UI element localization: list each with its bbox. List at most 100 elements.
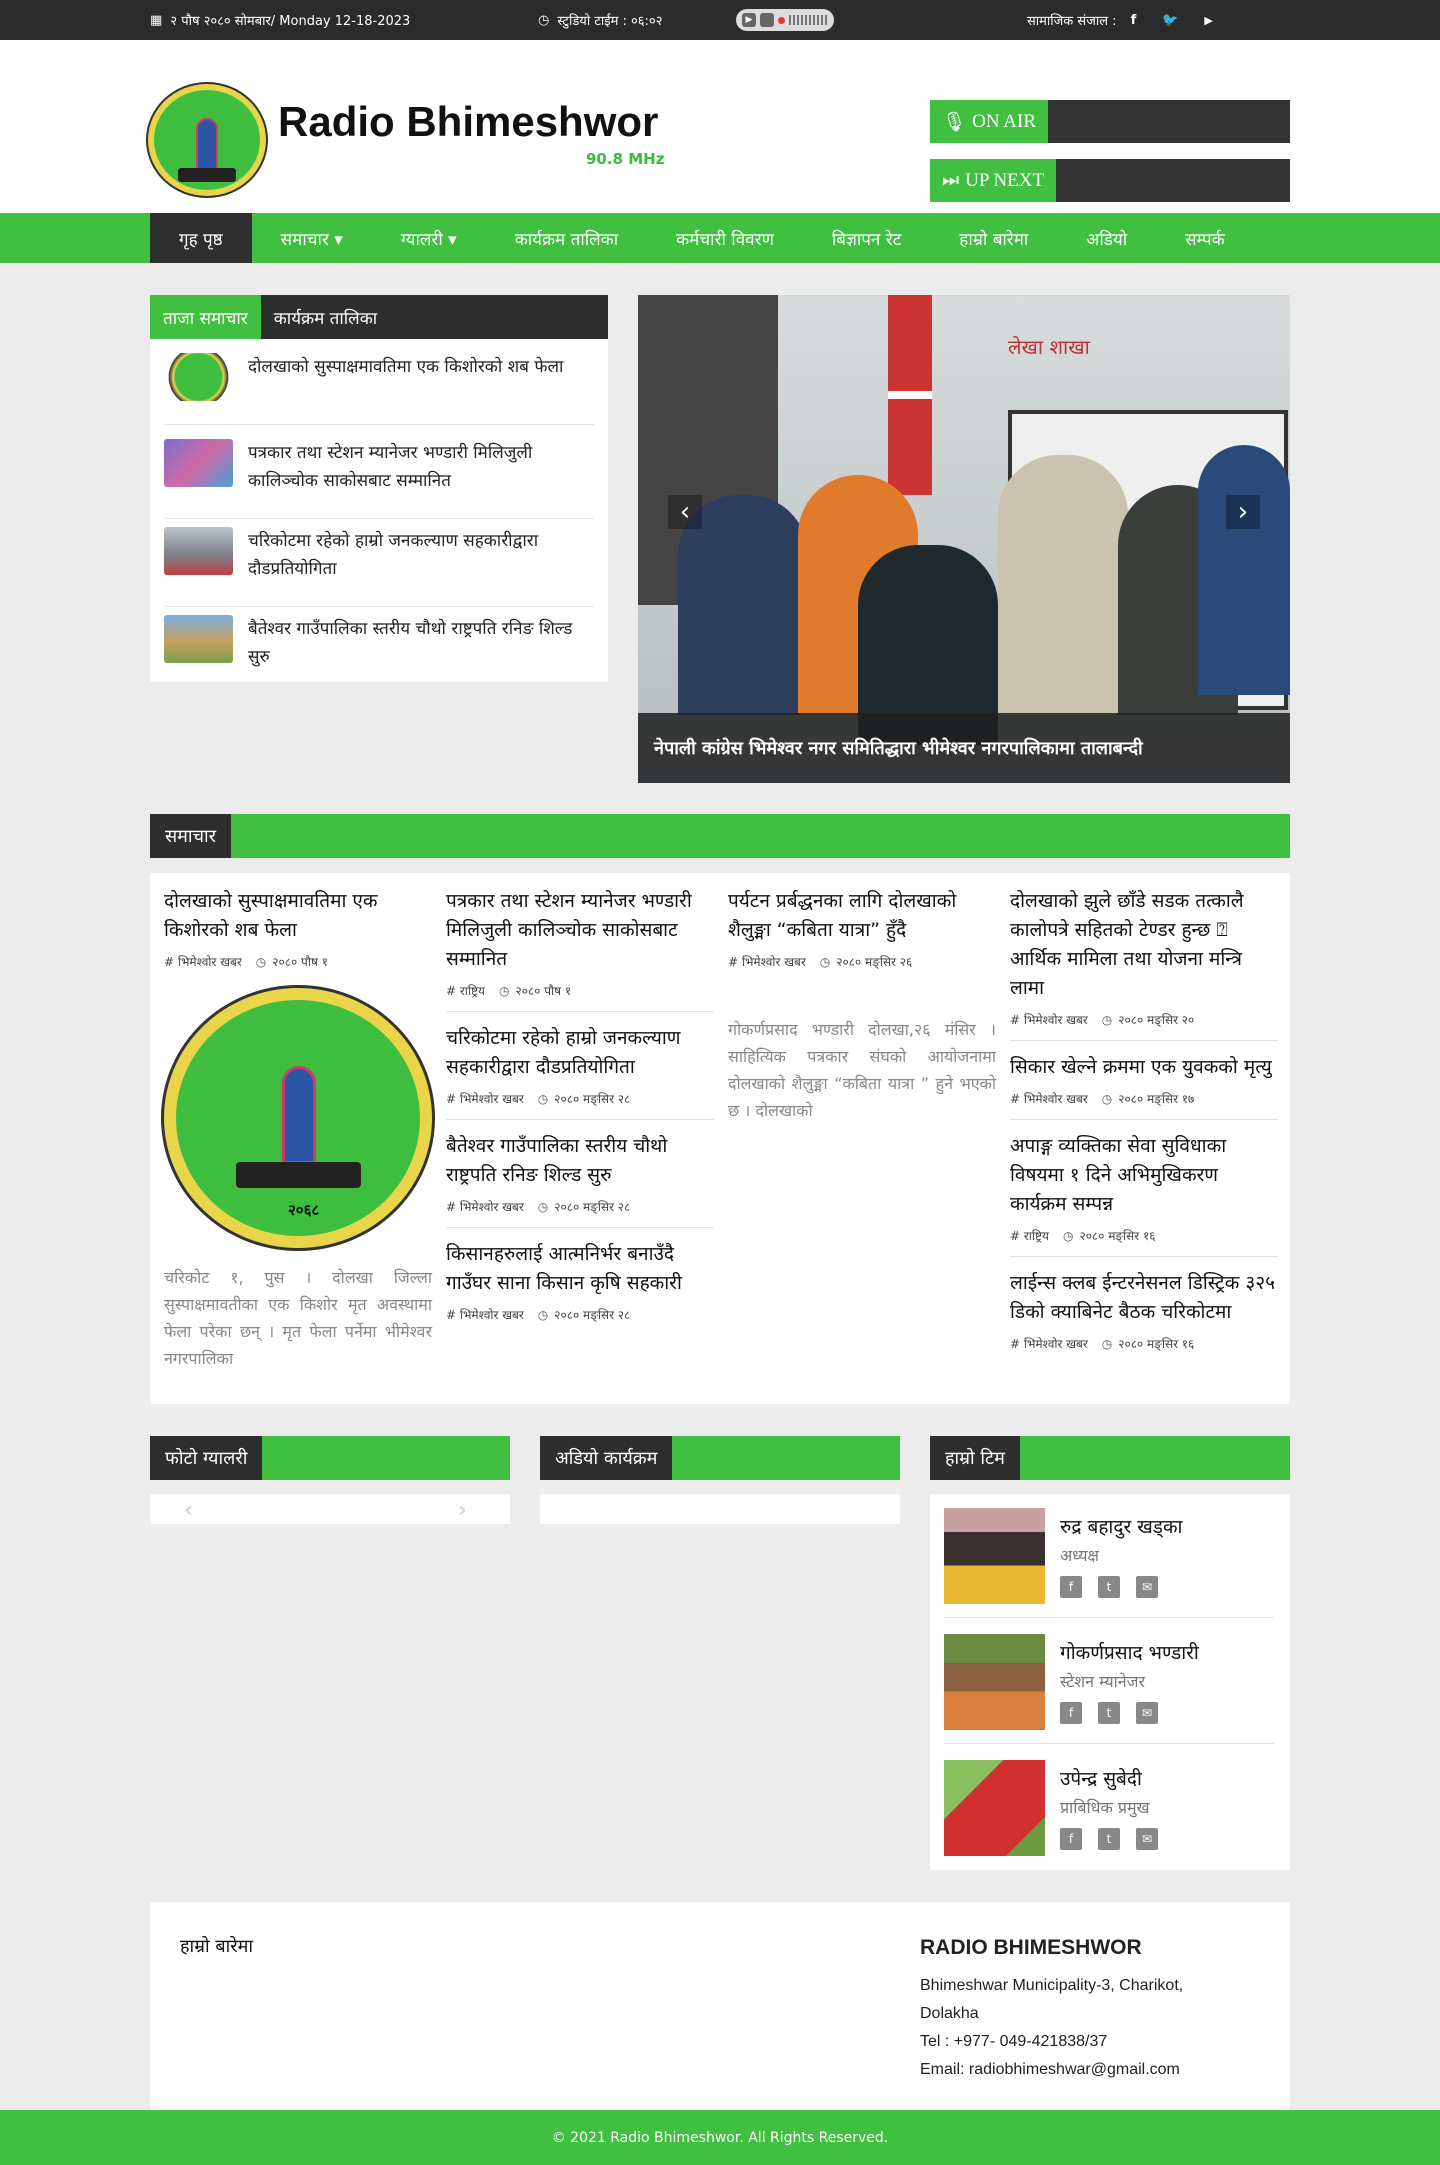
divider — [446, 1011, 714, 1012]
nav-gallery[interactable]: ग्यालरी ▾ — [372, 213, 486, 263]
mail-icon[interactable]: ✉ — [1136, 1702, 1158, 1724]
clock-icon: ◷ — [1101, 1091, 1113, 1106]
twitter-icon[interactable]: t — [1098, 1702, 1120, 1724]
volume-slider[interactable] — [788, 15, 828, 25]
site-logo[interactable] — [148, 84, 266, 196]
social-links: सामाजिक संजाल : f 🐦 ▶ — [1027, 0, 1213, 40]
news-thumbnail[interactable] — [164, 615, 233, 663]
news-tag[interactable]: # भिमेश्वोर खबर — [446, 1306, 524, 1323]
member-social: f t ✉ — [1060, 1576, 1158, 1598]
site-header: Radio Bhimeshwor 90.8 MHz 🎙 ON AIR ⏭ UP … — [0, 40, 1440, 213]
news-date: २०८० पौष १ — [515, 984, 572, 998]
twitter-icon[interactable]: t — [1098, 1576, 1120, 1598]
latest-tabs: ताजा समाचार कार्यक्रम तालिका — [150, 295, 608, 339]
mail-icon[interactable]: ✉ — [1136, 1828, 1158, 1850]
clock-icon: ◷ — [1062, 1228, 1074, 1243]
news-item: पत्रकार तथा स्टेशन म्यानेजर भण्डारी मिलि… — [446, 887, 714, 999]
news-title[interactable]: पत्रकार तथा स्टेशन म्यानेजर भण्डारी मिलि… — [248, 439, 594, 518]
news-headline[interactable]: बैतेश्वर गाउँपालिका स्तरीय चौथो राष्ट्रप… — [446, 1132, 714, 1190]
divider — [1010, 1119, 1278, 1120]
play-icon[interactable]: ▶ — [742, 13, 756, 27]
youtube-icon[interactable]: ▶ — [1204, 14, 1212, 27]
on-air-box: 🎙 ON AIR — [930, 100, 1290, 143]
facebook-icon[interactable]: f — [1060, 1576, 1082, 1598]
twitter-icon[interactable]: 🐦 — [1162, 13, 1178, 28]
news-headline[interactable]: लाईन्स क्लब ईन्टरनेसनल डिस्ट्रिक ३२५ डिक… — [1010, 1269, 1278, 1327]
news-meta: # भिमेश्वोर खबर ◷ २०८० पौष १ — [164, 953, 432, 970]
news-headline[interactable]: दोलखाको झुले छाँडे सडक तत्कालै कालोपत्रे… — [1010, 887, 1278, 1003]
up-next-text: UP NEXT — [965, 169, 1045, 191]
list-item[interactable]: बैतेश्वर गाउँपालिका स्तरीय चौथो राष्ट्रप… — [164, 615, 594, 679]
news-headline[interactable]: चरिकोटमा रहेको हाम्रो जनकल्याण सहकारीद्व… — [446, 1024, 714, 1082]
twitter-icon[interactable]: t — [1098, 1828, 1120, 1850]
slide-flag — [888, 295, 932, 495]
list-item[interactable]: पत्रकार तथा स्टेशन म्यानेजर भण्डारी मिलि… — [164, 439, 594, 519]
news-headline[interactable]: दोलखाको सुस्पाक्षमावतिमा एक किशोरको शब फ… — [164, 887, 432, 945]
site-frequency: 90.8 MHz — [586, 150, 665, 168]
nav-schedule[interactable]: कार्यक्रम तालिका — [486, 213, 647, 263]
news-headline[interactable]: पर्यटन प्रर्बद्धनका लागि दोलखाको शैलुङ्म… — [728, 887, 996, 945]
radio-player[interactable]: ▶ — [736, 9, 834, 31]
nav-ad-rates[interactable]: बिज्ञापन रेट — [803, 213, 930, 263]
news-headline[interactable]: सिकार खेल्ने क्रममा एक युवकको मृत्यु — [1010, 1053, 1278, 1082]
news-tag[interactable]: # राष्ट्रिय — [1010, 1227, 1049, 1244]
news-thumbnail[interactable] — [164, 353, 233, 401]
news-title[interactable]: बैतेश्वर गाउँपालिका स्तरीय चौथो राष्ट्रप… — [248, 615, 594, 679]
avatar[interactable] — [944, 1634, 1045, 1730]
nav-about[interactable]: हाम्रो बारेमा — [930, 213, 1057, 263]
facebook-icon[interactable]: f — [1060, 1702, 1082, 1724]
news-tag[interactable]: # भिमेश्वोर खबर — [446, 1090, 524, 1107]
news-section-header: समाचार — [150, 814, 1290, 858]
news-meta: # भिमेश्वोर खबर ◷ २०८० मङ्सिर २० — [1010, 1011, 1278, 1028]
news-tag[interactable]: # भिमेश्वोर खबर — [1010, 1090, 1088, 1107]
news-thumbnail[interactable] — [164, 527, 233, 575]
slide-caption[interactable]: नेपाली कांग्रेस भिमेश्वर नगर समितिद्धारा… — [638, 713, 1290, 783]
chevron-left-icon[interactable]: ‹ — [184, 1498, 193, 1523]
news-thumbnail[interactable] — [164, 439, 233, 487]
slider-next-button[interactable]: › — [1226, 495, 1260, 529]
tab-latest-news[interactable]: ताजा समाचार — [150, 295, 261, 339]
news-tag[interactable]: # भिमेश्वोर खबर — [1010, 1011, 1088, 1028]
footer-phone[interactable]: Tel : +977- 049-421838/37 — [920, 2028, 1183, 2056]
chevron-right-icon[interactable]: › — [458, 1498, 467, 1523]
nav-staff[interactable]: कर्मचारी विवरण — [647, 213, 803, 263]
slider-prev-button[interactable]: ‹ — [668, 495, 702, 529]
team-member: गोकर्णप्रसाद भण्डारी स्टेशन म्यानेजर f t… — [944, 1634, 1274, 1744]
news-tag[interactable]: # भिमेश्वोर खबर — [1010, 1335, 1088, 1352]
clock-icon: ◷ — [819, 954, 831, 969]
featured-slider[interactable]: लेखा शाखा ‹ › नेपाली कांग्रेस भिमेश्वर न… — [638, 295, 1290, 783]
news-title[interactable]: दोलखाको सुस्पाक्षमावतिमा एक किशोरको शब फ… — [248, 353, 563, 424]
footer-email[interactable]: Email: radiobhimeshwar@gmail.com — [920, 2056, 1183, 2084]
nav-home[interactable]: गृह पृष्ठ — [150, 213, 252, 263]
nav-news[interactable]: समाचार ▾ — [252, 213, 372, 263]
news-tag[interactable]: # राष्ट्रिय — [446, 982, 485, 999]
news-column-1: दोलखाको सुस्पाक्षमावतिमा एक किशोरको शब फ… — [164, 887, 432, 1372]
site-brand[interactable]: Radio Bhimeshwor — [278, 98, 658, 146]
facebook-icon[interactable]: f — [1060, 1828, 1082, 1850]
member-name: गोकर्णप्रसाद भण्डारी — [1060, 1642, 1199, 1664]
news-tag[interactable]: # भिमेश्वोर खबर — [446, 1198, 524, 1215]
news-headline[interactable]: किसानहरुलाई आत्मनिर्भर बनाउँदै गाउँघर सा… — [446, 1240, 714, 1298]
news-title[interactable]: चरिकोटमा रहेको हाम्रो जनकल्याण सहकारीद्व… — [248, 527, 594, 606]
nav-audio[interactable]: अडियो — [1057, 213, 1156, 263]
list-item[interactable]: दोलखाको सुस्पाक्षमावतिमा एक किशोरको शब फ… — [164, 353, 594, 425]
facebook-icon[interactable]: f — [1131, 13, 1137, 28]
mail-icon[interactable]: ✉ — [1136, 1576, 1158, 1598]
nav-contact[interactable]: सम्पर्क — [1156, 213, 1254, 263]
list-item[interactable]: चरिकोटमा रहेको हाम्रो जनकल्याण सहकारीद्व… — [164, 527, 594, 607]
news-item: दोलखाको झुले छाँडे सडक तत्कालै कालोपत्रे… — [1010, 887, 1278, 1028]
news-headline[interactable]: पत्रकार तथा स्टेशन म्यानेजर भण्डारी मिलि… — [446, 887, 714, 974]
news-tag[interactable]: # भिमेश्वोर खबर — [728, 953, 806, 970]
news-headline[interactable]: अपाङ्ग व्यक्तिका सेवा सुविधाका विषयमा १ … — [1010, 1132, 1278, 1219]
avatar[interactable] — [944, 1508, 1045, 1604]
news-tag[interactable]: # भिमेश्वोर खबर — [164, 953, 242, 970]
member-role: स्टेशन म्यानेजर — [1060, 1672, 1146, 1691]
stop-icon[interactable] — [759, 13, 774, 27]
team-title: हाम्रो टिम — [930, 1436, 1020, 1480]
tab-program-schedule[interactable]: कार्यक्रम तालिका — [261, 295, 390, 339]
news-image-logo[interactable]: २०६८ — [164, 988, 432, 1248]
news-meta: # भिमेश्वोर खबर ◷ २०८० मङ्सिर १७ — [1010, 1090, 1278, 1107]
footer-contact: Bhimeshwar Municipality-3, Charikot, Dol… — [920, 1972, 1183, 2084]
avatar[interactable] — [944, 1760, 1045, 1856]
gallery-title: फोटो ग्यालरी — [150, 1436, 263, 1480]
